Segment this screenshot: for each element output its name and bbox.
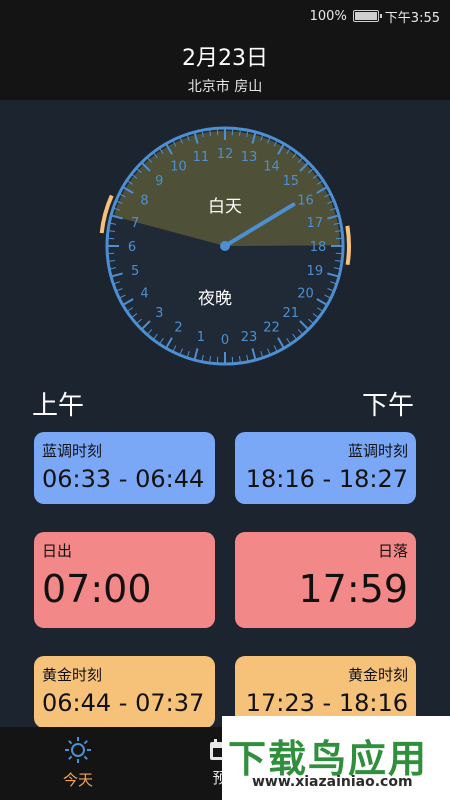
card-label: 蓝调时刻 bbox=[347, 442, 408, 460]
clock-number: 2 bbox=[174, 321, 182, 336]
clock-number: 17 bbox=[307, 216, 324, 231]
clock-number: 23 bbox=[241, 330, 258, 345]
sunset-marker bbox=[345, 225, 351, 266]
clock-number: 13 bbox=[241, 150, 258, 165]
clock-number: 7 bbox=[131, 216, 139, 231]
header: 2月23日 北京市 房山 bbox=[0, 32, 450, 100]
day-label: 白天 bbox=[208, 197, 242, 217]
clock-number: 4 bbox=[140, 287, 148, 302]
card-value: 06:33 - 06:44 bbox=[42, 465, 205, 493]
status-bar: 100% 下午3:55 bbox=[0, 0, 450, 32]
clock-number: 0 bbox=[221, 333, 229, 348]
clock-number: 20 bbox=[297, 287, 314, 302]
clock-number: 15 bbox=[282, 174, 299, 189]
card-label: 日出 bbox=[42, 542, 73, 560]
blue-hour-am-card[interactable]: 蓝调时刻 06:33 - 06:44 bbox=[34, 432, 215, 504]
clock-hub bbox=[220, 241, 230, 251]
clock-number: 22 bbox=[263, 321, 280, 336]
card-label: 日落 bbox=[377, 542, 408, 560]
sunrise-card[interactable]: 日出 07:00 bbox=[34, 532, 215, 628]
clock-number: 19 bbox=[307, 264, 324, 279]
clock-number: 14 bbox=[263, 159, 280, 174]
clock-number: 9 bbox=[155, 174, 163, 189]
battery-percent: 100% bbox=[309, 8, 347, 24]
card-label: 黄金时刻 bbox=[42, 666, 103, 684]
watermark: 下载鸟应用 www.xiazainiao.com bbox=[222, 716, 450, 800]
tab-today[interactable]: 今天 bbox=[48, 735, 108, 790]
night-label: 夜晚 bbox=[198, 289, 232, 309]
page-title-date: 2月23日 bbox=[182, 46, 268, 71]
clock-number: 8 bbox=[140, 194, 148, 209]
tab-today-label: 今天 bbox=[62, 771, 93, 789]
card-value: 07:00 bbox=[42, 567, 152, 611]
golden-hour-am-card[interactable]: 黄金时刻 06:44 - 07:37 bbox=[34, 656, 215, 728]
card-value: 17:23 - 18:16 bbox=[245, 689, 408, 717]
clock-number: 16 bbox=[297, 194, 314, 209]
clock-number: 18 bbox=[310, 240, 327, 255]
clock-number: 10 bbox=[170, 159, 187, 174]
card-label: 蓝调时刻 bbox=[42, 442, 103, 460]
sunset-card[interactable]: 日落 17:59 bbox=[235, 532, 416, 628]
clock-face: 01234567891011 12 1314151617181920212223 白… bbox=[99, 126, 351, 366]
battery-icon bbox=[352, 10, 382, 22]
pm-label: 下午 bbox=[362, 391, 415, 421]
sun-icon bbox=[65, 737, 91, 763]
daylight-clock: 0 1 2 3 4 5 6 7 8 9 10 11 12 13 14 15 16 17 18 19 20 21 22 23 白… bbox=[95, 116, 355, 376]
clock-number: 5 bbox=[131, 264, 139, 279]
card-value: 06:44 - 07:37 bbox=[42, 689, 205, 717]
card-value: 18:16 - 18:27 bbox=[245, 465, 408, 493]
location-label: 北京市 房山 bbox=[187, 79, 263, 95]
card-value: 17:59 bbox=[298, 567, 408, 611]
clock-number: 1 bbox=[197, 330, 205, 345]
status-time: 下午3:55 bbox=[384, 10, 440, 26]
am-label: 上午 bbox=[32, 391, 85, 421]
watermark-url: www.xiazainiao.com bbox=[252, 774, 413, 790]
clock-number: 12 bbox=[217, 147, 234, 162]
card-label: 黄金时刻 bbox=[347, 666, 408, 684]
blue-hour-pm-card[interactable]: 蓝调时刻 18:16 - 18:27 bbox=[235, 432, 416, 504]
clock-number: 6 bbox=[128, 240, 136, 255]
clock-number: 21 bbox=[282, 306, 299, 321]
clock-number: 11 bbox=[193, 150, 210, 165]
clock-number: 3 bbox=[155, 306, 163, 321]
